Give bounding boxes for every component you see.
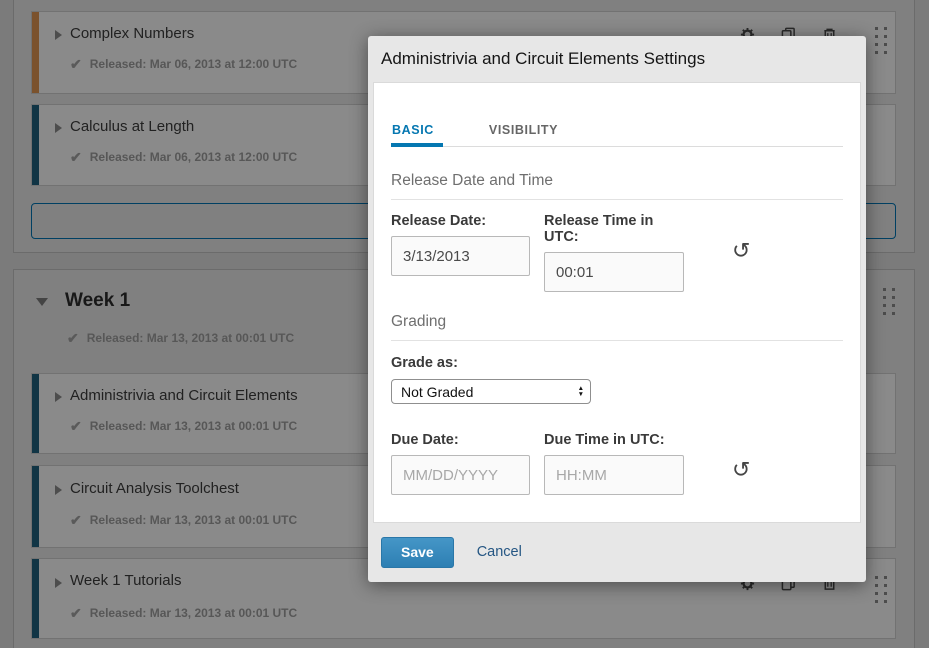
due-date-input[interactable] (391, 455, 530, 495)
due-time-group: Due Time in UTC: (544, 432, 684, 495)
grade-as-value: Not Graded (401, 384, 473, 400)
due-date-group: Due Date: (391, 432, 530, 495)
modal-title: Administrivia and Circuit Elements Setti… (368, 36, 866, 69)
release-time-label: Release Time in UTC: (544, 213, 684, 245)
reset-due-icon[interactable]: ↺ (732, 460, 750, 482)
release-time-input[interactable] (544, 252, 684, 292)
save-button[interactable]: Save (381, 537, 454, 568)
modal-footer: Save Cancel (368, 524, 866, 582)
due-date-label: Due Date: (391, 432, 530, 448)
release-date-input[interactable] (391, 236, 530, 276)
release-time-group: Release Time in UTC: (544, 213, 684, 292)
select-arrows-icon: ▲▼ (578, 386, 584, 397)
modal-tabs: BASIC VISIBILITY (391, 123, 843, 147)
reset-release-icon[interactable]: ↺ (732, 241, 750, 263)
tab-visibility[interactable]: VISIBILITY (487, 123, 560, 146)
due-time-input[interactable] (544, 455, 684, 495)
due-time-label: Due Time in UTC: (544, 432, 684, 448)
modal-panel: BASIC VISIBILITY Release Date and Time R… (373, 82, 861, 523)
grade-as-label: Grade as: (391, 355, 843, 371)
grade-as-select[interactable]: Not Graded ▲▼ (391, 379, 591, 404)
release-heading: Release Date and Time (391, 172, 843, 200)
release-date-group: Release Date: (391, 213, 530, 292)
grading-heading: Grading (391, 313, 843, 341)
subsection-settings-modal: Administrivia and Circuit Elements Setti… (368, 36, 866, 582)
release-fields: Release Date: Release Time in UTC: ↺ (391, 213, 843, 292)
due-fields: Due Date: Due Time in UTC: ↺ (391, 432, 843, 495)
tab-basic[interactable]: BASIC (391, 123, 443, 147)
cancel-link[interactable]: Cancel (477, 544, 522, 560)
release-date-label: Release Date: (391, 213, 530, 229)
course-outline-page: Complex Numbers ✔Released: Mar 06, 2013 … (0, 0, 929, 648)
